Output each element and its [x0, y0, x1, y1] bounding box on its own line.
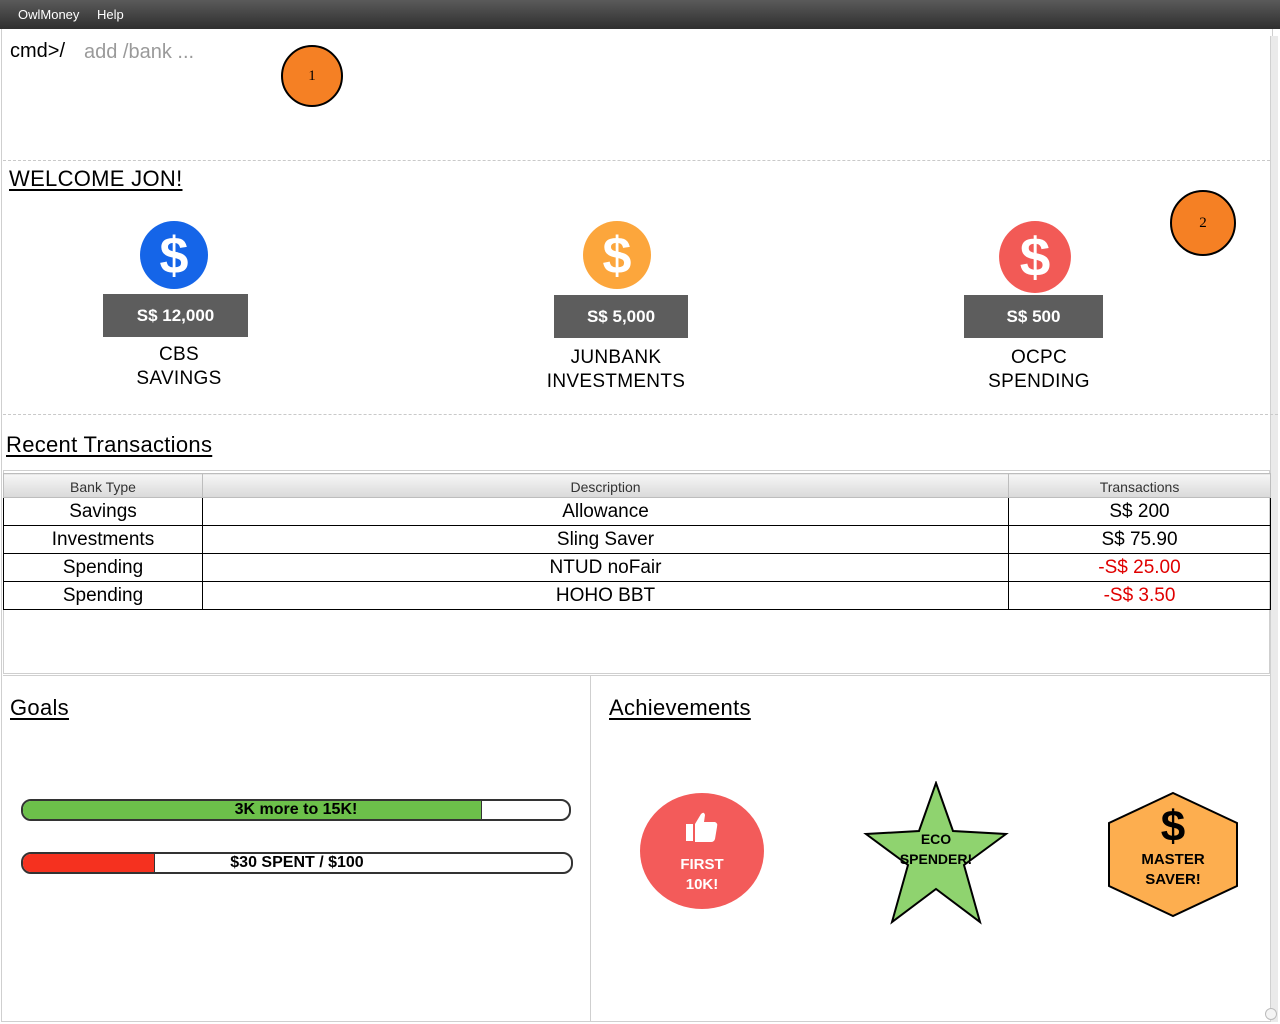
menu-bar: OwlMoney Help: [0, 0, 1280, 29]
section-divider: [3, 675, 1270, 676]
vertical-scrollbar[interactable]: [1270, 36, 1278, 1022]
cell-bank-type: Spending: [3, 553, 203, 582]
badge-line1: MASTER: [1141, 851, 1205, 868]
achievement-badge-first-10k: FIRST 10K!: [639, 792, 765, 910]
badge-line1: FIRST: [680, 856, 724, 873]
dollar-icon: $: [583, 221, 651, 289]
account-balance: S$ 12,000: [103, 294, 248, 337]
account-label: CBS SAVINGS: [69, 343, 289, 391]
section-divider: [3, 414, 1278, 415]
svg-text:$: $: [603, 227, 632, 285]
cell-description: Allowance: [202, 497, 1009, 526]
cell-description: Sling Saver: [202, 525, 1009, 554]
dollar-icon: $: [140, 221, 208, 289]
table-row[interactable]: Spending NTUD noFair -S$ 25.00: [3, 553, 1271, 582]
account-label: JUNBANK INVESTMENTS: [506, 346, 726, 394]
svg-text:$: $: [1161, 805, 1185, 847]
account-type: SPENDING: [988, 371, 1090, 392]
panel-divider: [590, 676, 591, 1022]
account-name: CBS: [159, 344, 199, 365]
badge-line2: SPENDER!: [899, 851, 973, 867]
menu-help[interactable]: Help: [97, 7, 124, 22]
cell-bank-type: Investments: [3, 525, 203, 554]
command-input[interactable]: [82, 38, 482, 66]
table-row[interactable]: Spending HOHO BBT -S$ 3.50: [3, 581, 1271, 610]
welcome-title: WELCOME JON!: [9, 166, 183, 191]
cell-description: NTUD noFair: [202, 553, 1009, 582]
cell-amount: -S$ 3.50: [1008, 581, 1271, 610]
goal-progress-bar: 3K more to 15K!: [21, 799, 571, 821]
badge-line1: ECO: [920, 831, 952, 847]
table-row[interactable]: Investments Sling Saver S$ 75.90: [3, 525, 1271, 554]
badge-line2: 10K!: [685, 876, 719, 893]
cell-amount: -S$ 25.00: [1008, 553, 1271, 582]
svg-text:$: $: [160, 227, 189, 285]
account-name: OCPC: [1010, 347, 1068, 368]
column-header-bank-type[interactable]: Bank Type: [3, 473, 203, 498]
cell-description: HOHO BBT: [202, 581, 1009, 610]
thumbs-up-icon: [686, 812, 718, 842]
column-header-description[interactable]: Description: [202, 473, 1009, 498]
cell-bank-type: Spending: [3, 581, 203, 610]
account-name: JUNBANK: [570, 347, 662, 368]
goal-progress-bar: $30 SPENT / $100: [21, 852, 573, 874]
goal-label: 3K more to 15K!: [234, 801, 358, 818]
account-type: SAVINGS: [136, 368, 222, 389]
transactions-title: Recent Transactions: [6, 432, 213, 457]
achievement-badge-eco-spender: ECO SPENDER!: [863, 781, 1009, 925]
cell-amount: S$ 75.90: [1008, 525, 1271, 554]
goals-title: Goals: [10, 695, 69, 720]
goal-label: $30 SPENT / $100: [230, 854, 364, 871]
section-divider: [3, 160, 1270, 161]
achievement-badge-master-saver: $ MASTER SAVER!: [1106, 791, 1240, 918]
dollar-icon: $: [1161, 805, 1185, 847]
cell-amount: S$ 200: [1008, 497, 1271, 526]
achievements-title: Achievements: [609, 695, 751, 720]
account-balance: S$ 5,000: [554, 295, 688, 338]
account-label: OCPC SPENDING: [929, 346, 1149, 394]
transactions-table: Bank Type Description Transactions Savin…: [3, 473, 1271, 610]
command-prompt: cmd>/: [10, 40, 66, 62]
badge-line2: SAVER!: [1145, 871, 1201, 888]
scrollbar-end-handle[interactable]: [1265, 1008, 1277, 1020]
menu-owlmoney[interactable]: OwlMoney: [18, 7, 79, 22]
cell-bank-type: Savings: [3, 497, 203, 526]
column-header-transactions[interactable]: Transactions: [1008, 473, 1271, 498]
table-row[interactable]: Savings Allowance S$ 200: [3, 497, 1271, 526]
table-header-row: Bank Type Description Transactions: [3, 473, 1271, 498]
callout-marker: 2: [1170, 190, 1236, 256]
svg-text:$: $: [1020, 226, 1051, 288]
account-balance: S$ 500: [964, 295, 1103, 338]
callout-marker: 1: [281, 45, 343, 107]
dollar-icon: $: [999, 221, 1071, 293]
account-type: INVESTMENTS: [546, 371, 686, 392]
